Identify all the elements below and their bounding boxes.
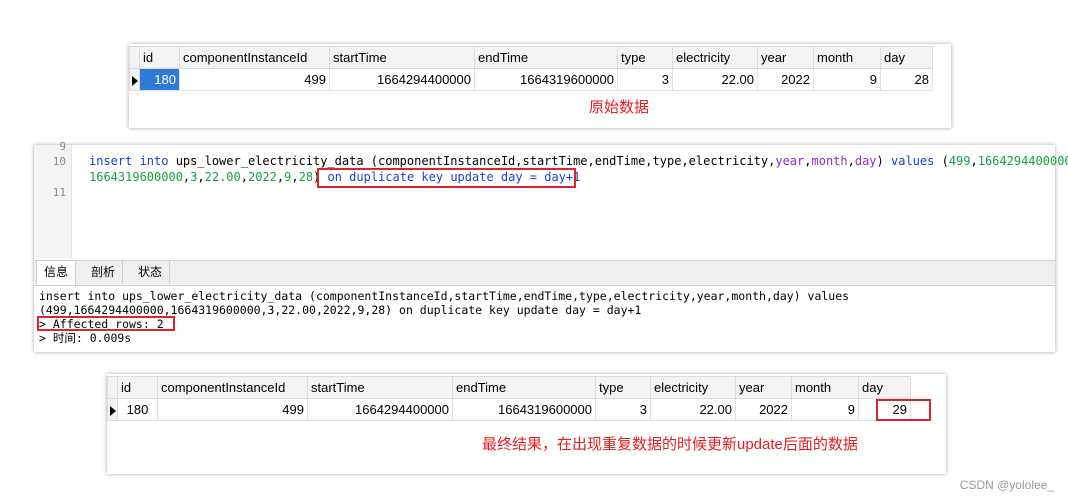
result-grid-before: id componentInstanceId startTime endTime… <box>129 44 951 128</box>
column-header-day[interactable]: day <box>858 376 911 399</box>
column-header-starttime[interactable]: startTime <box>329 46 475 69</box>
column-header-month[interactable]: month <box>813 46 881 69</box>
row-header-corner <box>129 46 140 69</box>
column-header-componentinstanceid[interactable]: componentInstanceId <box>179 46 330 69</box>
column-header-starttime[interactable]: startTime <box>307 376 453 399</box>
watermark: CSDN @yololee_ <box>959 478 1054 492</box>
column-header-type[interactable]: type <box>595 376 651 399</box>
sql-line-1: insert into ups_lower_electricity_data (… <box>89 154 1068 168</box>
column-header-year[interactable]: year <box>735 376 792 399</box>
column-header-endtime[interactable]: endTime <box>452 376 596 399</box>
cell-starttime[interactable]: 1664294400000 <box>329 68 475 91</box>
row-pointer <box>107 398 118 421</box>
cell-id[interactable]: 180 <box>139 68 180 91</box>
cell-year[interactable]: 2022 <box>757 68 814 91</box>
result-grid-after: id componentInstanceId startTime endTime… <box>107 374 946 474</box>
row-pointer-icon <box>109 405 116 416</box>
row-pointer <box>129 68 140 91</box>
highlight-on-duplicate-key <box>317 168 576 188</box>
column-header-month[interactable]: month <box>791 376 859 399</box>
data-table-after: id componentInstanceId startTime endTime… <box>107 376 911 421</box>
table-row[interactable]: 180 499 1664294400000 1664319600000 3 22… <box>107 398 911 421</box>
cell-year[interactable]: 2022 <box>735 398 792 421</box>
line-number-gutter: 9 10 11 <box>34 140 72 258</box>
column-header-electricity[interactable]: electricity <box>672 46 758 69</box>
cell-starttime[interactable]: 1664294400000 <box>307 398 453 421</box>
line-number: 9 <box>59 140 66 153</box>
cell-componentinstanceid[interactable]: 499 <box>157 398 308 421</box>
column-header-day[interactable]: day <box>880 46 933 69</box>
table-row[interactable]: 180 499 1664294400000 1664319600000 3 22… <box>129 68 933 91</box>
column-header-componentinstanceid[interactable]: componentInstanceId <box>157 376 308 399</box>
output-line: insert into ups_lower_electricity_data (… <box>39 289 850 303</box>
column-header-endtime[interactable]: endTime <box>474 46 618 69</box>
table-header-row: id componentInstanceId startTime endTime… <box>107 376 911 399</box>
column-header-id[interactable]: id <box>117 376 158 399</box>
column-header-type[interactable]: type <box>617 46 673 69</box>
tab-status[interactable]: 状态 <box>131 261 171 284</box>
cell-electricity[interactable]: 22.00 <box>650 398 736 421</box>
highlight-affected-rows <box>37 316 175 331</box>
line-number: 11 <box>52 186 66 199</box>
cell-type[interactable]: 3 <box>617 68 673 91</box>
cell-type[interactable]: 3 <box>595 398 651 421</box>
caption-original-data: 原始数据 <box>589 99 650 116</box>
column-header-id[interactable]: id <box>139 46 180 69</box>
cell-month[interactable]: 9 <box>791 398 859 421</box>
cell-endtime[interactable]: 1664319600000 <box>452 398 596 421</box>
highlight-updated-day <box>876 399 931 421</box>
row-header-corner <box>107 376 118 399</box>
column-header-year[interactable]: year <box>757 46 814 69</box>
cell-month[interactable]: 9 <box>813 68 881 91</box>
line-number: 10 <box>52 155 66 168</box>
table-header-row: id componentInstanceId startTime endTime… <box>129 46 933 69</box>
cell-electricity[interactable]: 22.00 <box>672 68 758 91</box>
output-line: (499,1664294400000,1664319600000,3,22.00… <box>39 303 642 317</box>
row-pointer-icon <box>131 75 138 86</box>
cell-day[interactable]: 28 <box>880 68 933 91</box>
tab-info[interactable]: 信息 <box>36 260 77 285</box>
sql-editor[interactable]: insert into ups_lower_electricity_data (… <box>72 145 1068 258</box>
caption-final-result: 最终结果，在出现重复数据的时候更新update后面的数据 <box>482 436 858 453</box>
query-editor-window: 9 10 11 insert into ups_lower_electricit… <box>34 140 1068 352</box>
data-table-before: id componentInstanceId startTime endTime… <box>129 46 933 91</box>
result-tab-bar: 信息 剖析 状态 <box>34 260 1055 286</box>
tab-profile[interactable]: 剖析 <box>84 261 124 284</box>
cell-id[interactable]: 180 <box>117 398 158 421</box>
cell-componentinstanceid[interactable]: 499 <box>179 68 330 91</box>
column-header-electricity[interactable]: electricity <box>650 376 736 399</box>
cell-endtime[interactable]: 1664319600000 <box>474 68 618 91</box>
output-elapsed-time: > 时间: 0.009s <box>39 331 132 345</box>
